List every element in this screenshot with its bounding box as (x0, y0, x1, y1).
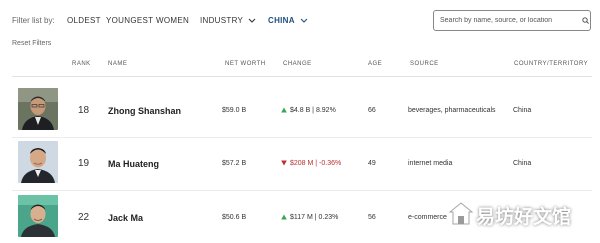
triangle-down-icon (281, 160, 287, 166)
table-row[interactable]: 19 Ma Huateng $57.2 B $208 M | -0.36% 49… (0, 141, 600, 189)
age-value: 66 (368, 107, 376, 114)
change-text: $4.8 B | 8.92% (290, 107, 336, 114)
billionaire-name[interactable]: Jack Ma (108, 213, 143, 223)
column-header-age[interactable]: AGE (368, 61, 382, 67)
net-worth-value: $50.6 B (222, 214, 247, 221)
chevron-down-icon (300, 19, 308, 24)
filter-industry-label: INDUSTRY (200, 16, 244, 25)
filter-china-label: CHINA (268, 16, 295, 25)
avatar (18, 141, 58, 183)
filter-women[interactable]: WOMEN (156, 16, 189, 25)
column-header-country[interactable]: COUNTRY/TERRITORY (514, 61, 588, 67)
change-text: $117 M | 0.23% (290, 214, 339, 221)
row-divider (12, 190, 592, 191)
search-icon[interactable] (582, 17, 589, 24)
country-value: China (513, 160, 532, 167)
change-value: $4.8 B | 8.92% (281, 107, 336, 114)
filter-industry[interactable]: INDUSTRY (200, 16, 256, 25)
rank-value: 18 (78, 105, 90, 116)
filter-label: Filter list by: (12, 16, 55, 25)
table-row[interactable]: 18 Zhong Shanshan $59.0 B $4.8 B | 8.92%… (0, 88, 600, 136)
avatar (18, 195, 58, 237)
filter-china[interactable]: CHINA (268, 16, 308, 25)
change-text: $208 M | -0.36% (290, 160, 342, 167)
rank-value: 19 (78, 158, 90, 169)
column-header-net-worth[interactable]: NET WORTH (225, 61, 266, 67)
triangle-up-icon (281, 107, 287, 113)
filter-youngest[interactable]: YOUNGEST (106, 16, 153, 25)
source-value: e-commerce (408, 214, 447, 221)
change-value: $208 M | -0.36% (281, 160, 341, 167)
watermark: 易坊好文馆 (446, 198, 592, 230)
source-value: beverages, pharmaceuticals (408, 107, 496, 114)
age-value: 56 (368, 214, 376, 221)
column-header-name[interactable]: NAME (108, 61, 127, 67)
row-divider (12, 137, 592, 138)
age-value: 49 (368, 160, 376, 167)
change-value: $117 M | 0.23% (281, 214, 338, 221)
source-value: internet media (408, 160, 453, 167)
country-value: China (513, 107, 532, 114)
watermark-text: 易坊好文馆 (476, 207, 572, 228)
search-input[interactable] (433, 10, 591, 31)
reset-filters-link[interactable]: Reset Filters (12, 40, 51, 47)
chevron-down-icon (248, 19, 256, 24)
net-worth-value: $57.2 B (222, 160, 247, 167)
house-logo-icon (448, 202, 474, 225)
billionaire-name[interactable]: Zhong Shanshan (108, 106, 181, 116)
header-divider (12, 76, 592, 77)
billionaire-name[interactable]: Ma Huateng (108, 159, 159, 169)
avatar (18, 88, 58, 130)
net-worth-value: $59.0 B (222, 107, 247, 114)
rank-value: 22 (78, 212, 90, 223)
column-header-rank[interactable]: RANK (72, 61, 91, 67)
triangle-up-icon (281, 214, 287, 220)
filter-bar: Filter list by: OLDEST YOUNGEST WOMEN IN… (0, 0, 600, 40)
filter-oldest[interactable]: OLDEST (67, 16, 101, 25)
column-header-source[interactable]: SOURCE (410, 61, 439, 67)
column-header-change[interactable]: CHANGE (283, 61, 312, 67)
